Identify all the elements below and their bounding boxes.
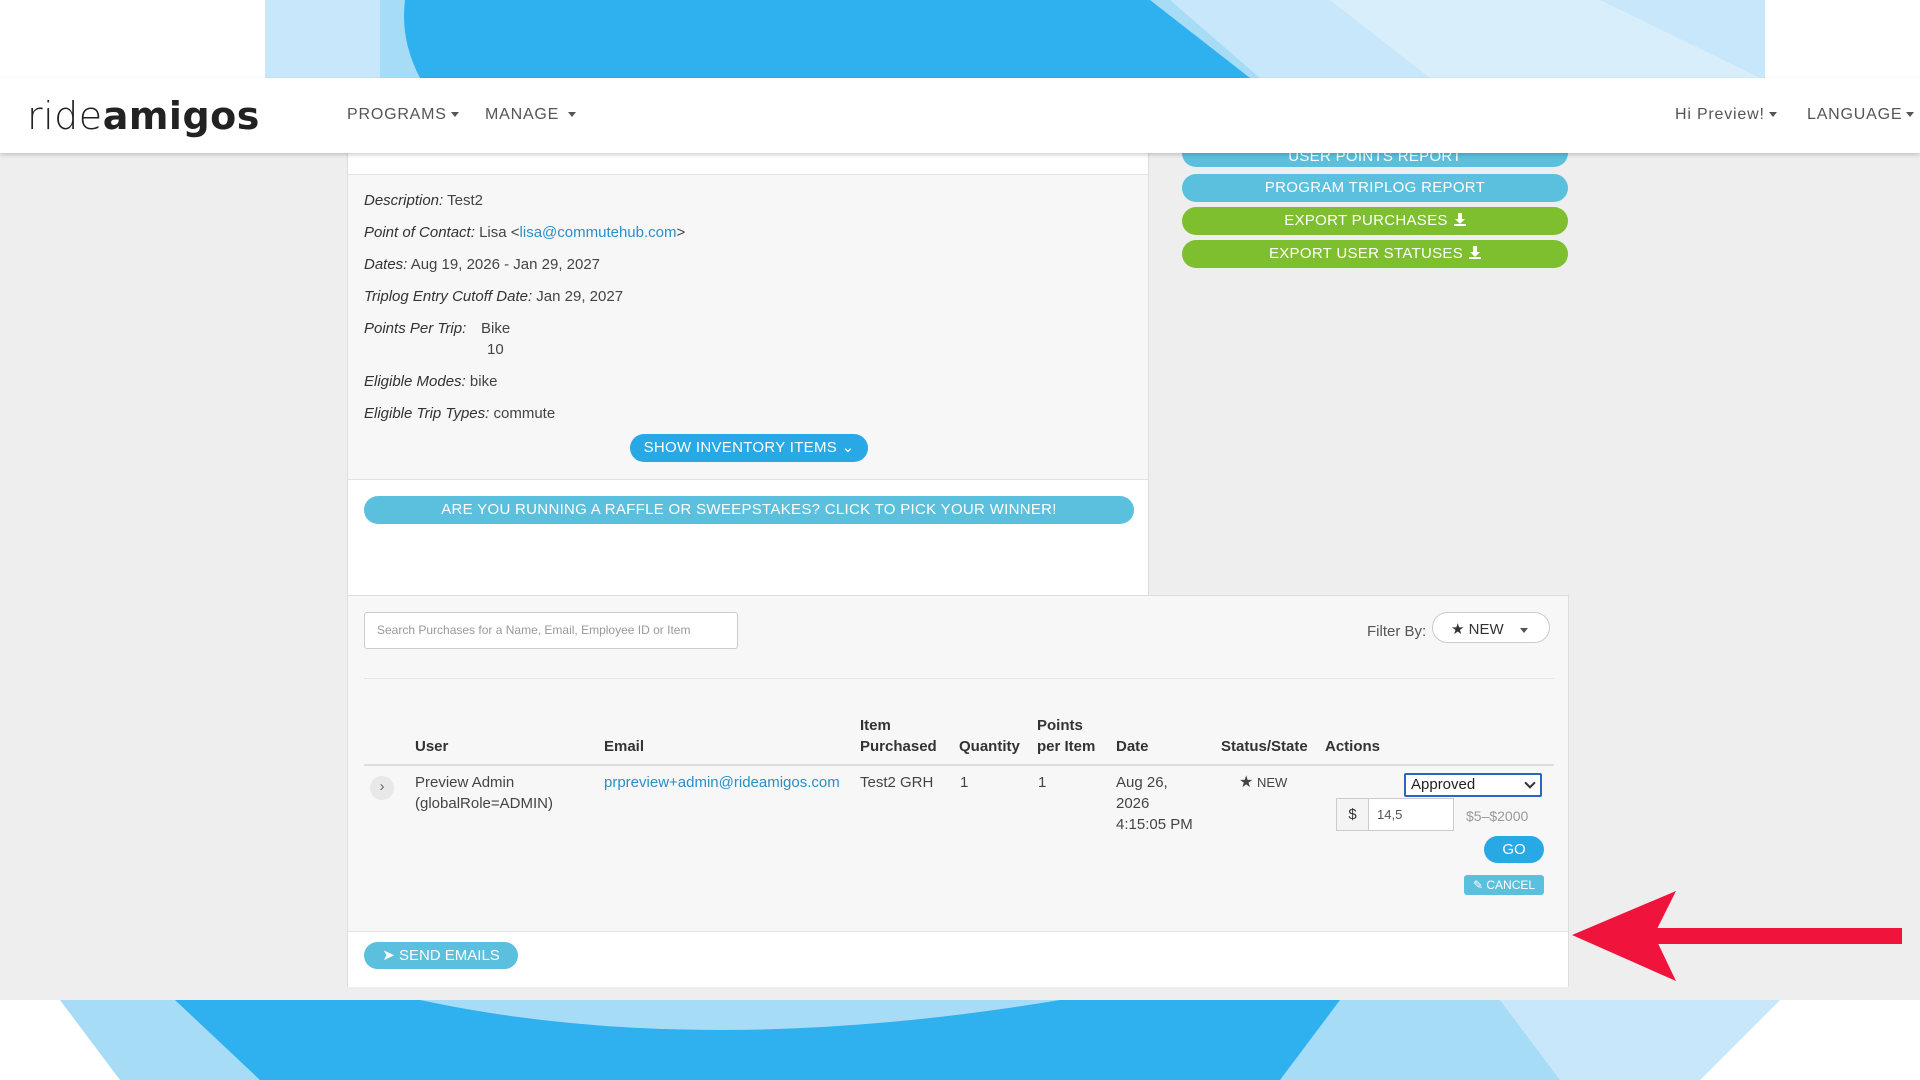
main-content: Description: Test2 Point of Contact: Lis… [0, 153, 1920, 1001]
program-triplog-report-button[interactable]: PROGRAM TRIPLOG REPORT [1182, 174, 1568, 202]
caret-down-icon [1906, 112, 1915, 118]
cancel-button[interactable]: ✎ CANCEL [1464, 875, 1544, 895]
cell-user-role: (globalRole=ADMIN) [415, 795, 553, 812]
cell-date-line2: 2026 [1116, 795, 1150, 812]
contact-row: Point of Contact: Lisa <lisa@commutehub.… [364, 224, 686, 241]
col-header-points-line1: Points [1037, 717, 1083, 734]
caret-down-icon [568, 112, 577, 118]
chevron-down-icon [1524, 777, 1536, 789]
cell-status: ★ NEW [1239, 774, 1288, 791]
amount-input-group: $ 14,5 [1336, 798, 1454, 831]
contact-email-link[interactable]: lisa@commutehub.com [520, 224, 677, 241]
description-row: Description: Test2 [364, 192, 483, 209]
cell-points: 1 [1038, 774, 1047, 791]
col-header-status: Status/State [1221, 738, 1308, 755]
nav-programs[interactable]: PROGRAMS [347, 106, 459, 124]
currency-addon: $ [1337, 799, 1369, 830]
cell-date-line1: Aug 26, [1116, 774, 1168, 791]
purchases-panel: Search Purchases for a Name, Email, Empl… [347, 595, 1569, 987]
export-user-statuses-button[interactable]: EXPORT USER STATUSES [1182, 240, 1568, 268]
export-purchases-button[interactable]: EXPORT PURCHASES [1182, 207, 1568, 235]
cell-user-name: Preview Admin [415, 774, 515, 791]
cell-email: prpreview+admin@rideamigos.com [604, 772, 840, 793]
background-decoration-bottom [0, 1000, 1920, 1080]
caret-down-icon [1519, 627, 1528, 633]
col-header-date: Date [1116, 738, 1149, 755]
download-icon [1469, 246, 1482, 259]
go-button[interactable]: GO [1484, 836, 1544, 863]
eligible-trip-types-row: Eligible Trip Types: commute [364, 405, 556, 422]
background-decoration-top [0, 0, 1920, 78]
cell-date-line3: 4:15:05 PM [1116, 816, 1193, 833]
points-value: 10 [487, 341, 504, 358]
col-header-item-line2: Purchased [860, 738, 937, 755]
cell-quantity: 1 [960, 774, 969, 791]
cell-item: Test2 GRH [860, 774, 934, 791]
top-navbar: rideamigos PROGRAMS MANAGE Hi Preview! L… [0, 78, 1920, 153]
language-menu[interactable]: LANGUAGE [1807, 106, 1915, 124]
col-header-item-line1: Item [860, 717, 891, 734]
caret-down-icon [450, 112, 459, 118]
points-per-trip-row: Points Per Trip: [364, 320, 467, 337]
col-header-points-line2: per Item [1037, 738, 1096, 755]
send-emails-button[interactable]: ➤ SEND EMAILS [364, 942, 518, 969]
show-inventory-button[interactable]: SHOW INVENTORY ITEMS ⌄ [630, 434, 868, 462]
eligible-modes-row: Eligible Modes: bike [364, 373, 498, 390]
status-select[interactable]: Approved [1404, 773, 1542, 797]
chevron-down-icon: ⌄ [841, 439, 855, 456]
col-header-quantity: Quantity [959, 738, 1020, 755]
amount-input[interactable]: 14,5 [1377, 807, 1402, 822]
purchases-footer: ➤ SEND EMAILS [348, 931, 1568, 987]
star-icon: ★ [1239, 774, 1254, 791]
email-link[interactable]: prpreview+admin@rideamigos.com [604, 774, 840, 791]
download-icon [1453, 213, 1466, 226]
paper-plane-icon: ➤ [382, 947, 395, 964]
table-header-divider [364, 764, 1554, 766]
filter-label: Filter By: [1367, 623, 1427, 640]
col-header-actions: Actions [1325, 738, 1381, 755]
expand-row-chevron-icon[interactable]: › [370, 776, 394, 800]
logo[interactable]: rideamigos [27, 94, 260, 138]
nav-manage[interactable]: MANAGE [485, 106, 577, 124]
dates-row: Dates: Aug 19, 2026 - Jan 29, 2027 [364, 256, 601, 273]
cutoff-row: Triplog Entry Cutoff Date: Jan 29, 2027 [364, 288, 624, 305]
amount-range-hint: $5–$2000 [1466, 808, 1529, 824]
filter-dropdown[interactable]: ★ NEW [1432, 612, 1550, 643]
pick-winner-button[interactable]: ARE YOU RUNNING A RAFFLE OR SWEEPSTAKES?… [364, 496, 1134, 524]
points-mode: Bike [481, 320, 511, 337]
star-icon: ★ [1451, 621, 1465, 638]
purchase-search-input[interactable]: Search Purchases for a Name, Email, Empl… [364, 612, 738, 649]
user-points-report-button[interactable]: USER POINTS REPORT [1182, 153, 1568, 167]
edit-icon: ✎ [1472, 878, 1484, 892]
col-header-email: Email [604, 738, 645, 755]
program-details-body: Description: Test2 Point of Contact: Lis… [348, 174, 1148, 480]
red-arrow-annotation [1572, 891, 1902, 981]
user-greeting-menu[interactable]: Hi Preview! [1675, 106, 1777, 124]
caret-down-icon [1768, 112, 1777, 118]
divider [364, 678, 1554, 679]
col-header-user: User [415, 738, 449, 755]
